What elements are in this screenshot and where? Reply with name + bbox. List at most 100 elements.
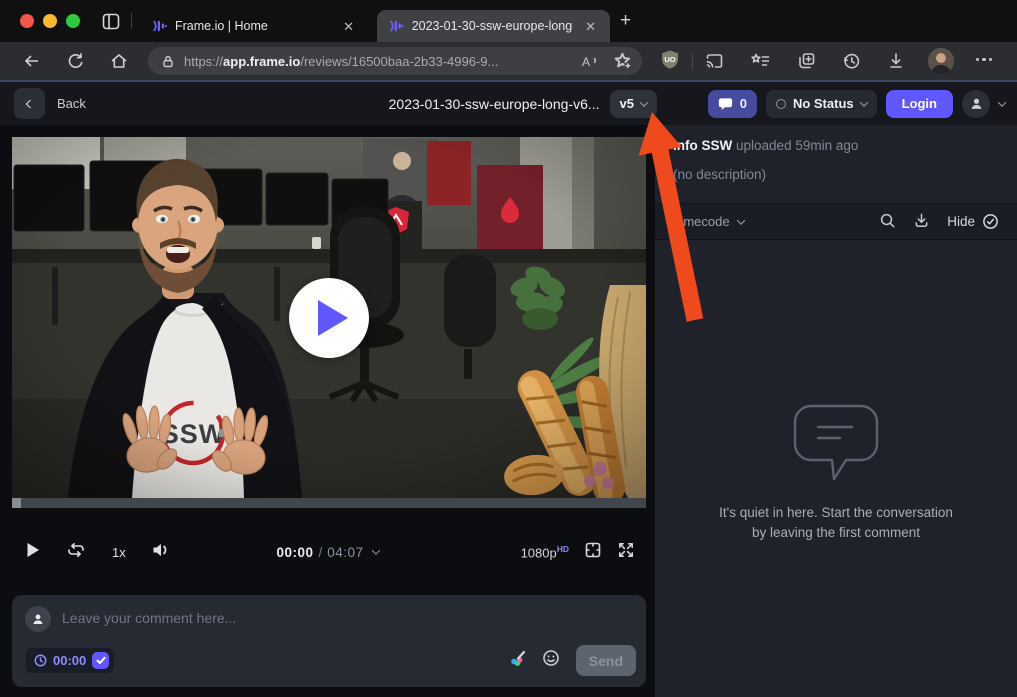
browser-toolbar: https://app.frame.io/reviews/16500baa-2b…: [0, 42, 1017, 80]
tab-close-icon[interactable]: ✕: [339, 18, 358, 35]
add-favorite-icon[interactable]: [614, 52, 632, 70]
account-chevron-icon[interactable]: [998, 98, 1006, 106]
home-icon[interactable]: [110, 52, 128, 75]
new-tab-button[interactable]: +: [620, 13, 631, 29]
svg-text:A: A: [582, 55, 590, 69]
duration: 04:07: [327, 545, 363, 560]
collections-icon[interactable]: [797, 52, 816, 75]
loop-icon[interactable]: [66, 542, 86, 563]
tab-title: 2023-01-30-ssw-europe-long-: [412, 19, 573, 33]
review-header: Back 2023-01-30-ssw-europe-long-v6... v5…: [0, 82, 1017, 125]
uploaded-time: uploaded 59min ago: [736, 138, 858, 153]
status-label: No Status: [793, 96, 854, 111]
lock-icon: [160, 53, 176, 70]
url-scheme: https://: [184, 54, 223, 69]
chevron-down-icon: [736, 216, 744, 224]
adblock-extension-icon[interactable]: UO: [659, 49, 681, 77]
comment-input[interactable]: [62, 605, 482, 631]
favorites-bar-icon[interactable]: [751, 52, 770, 75]
check-circle-icon: [982, 213, 999, 230]
play-button[interactable]: [289, 278, 369, 358]
comments-count-badge[interactable]: 0: [708, 90, 757, 118]
tab-review-active[interactable]: 2023-01-30-ssw-europe-long- ✕: [377, 10, 610, 42]
chevron-down-icon: [859, 98, 867, 106]
tab-strip: Frame.io | Home ✕ 2023-01-30-ssw-europe-…: [0, 0, 1017, 42]
guides-icon[interactable]: [584, 541, 602, 564]
clock-icon: [34, 654, 47, 667]
send-button[interactable]: Send: [576, 645, 636, 676]
timestamp-checkbox[interactable]: [92, 652, 109, 669]
minimize-window-button[interactable]: [43, 14, 57, 28]
status-circle-icon: [776, 99, 786, 109]
play-icon: [318, 300, 348, 336]
chevron-down-icon: [371, 546, 379, 554]
player-pane: SSW: [0, 125, 655, 697]
read-aloud-icon[interactable]: A: [581, 53, 600, 69]
comments-sidebar: Info SSW uploaded 59min ago (no descript…: [655, 125, 1017, 697]
emoji-icon[interactable]: [542, 649, 560, 672]
asset-title: 2023-01-30-ssw-europe-long-v6...: [389, 96, 600, 112]
back-label[interactable]: Back: [57, 96, 86, 111]
play-control-icon[interactable]: [26, 542, 40, 563]
download-comments-icon[interactable]: [913, 212, 930, 232]
profile-avatar[interactable]: [928, 48, 954, 74]
uploader-name: Info SSW: [673, 138, 732, 153]
playhead[interactable]: [12, 498, 21, 508]
back-icon[interactable]: [22, 52, 40, 75]
comments-empty-state: It's quiet in here. Start the conversati…: [655, 402, 1017, 544]
comments-toolbar: Timecode Hide: [655, 203, 1017, 240]
tab-divider: [131, 13, 132, 29]
user-menu-button[interactable]: [962, 90, 990, 118]
resolution-button[interactable]: 1080pHD: [521, 544, 569, 560]
back-button[interactable]: [14, 88, 45, 119]
close-window-button[interactable]: [20, 14, 34, 28]
maximize-window-button[interactable]: [66, 14, 80, 28]
composer-avatar: [25, 606, 51, 632]
hide-completed-toggle[interactable]: Hide: [947, 213, 999, 230]
status-dropdown[interactable]: No Status: [766, 90, 877, 118]
time-display[interactable]: 00:00 / 04:07: [276, 535, 378, 569]
timestamp-toggle[interactable]: 00:00: [26, 648, 114, 673]
person-icon: [969, 96, 984, 111]
comment-bubble-icon: [718, 97, 733, 111]
toolbar-divider: [692, 54, 693, 69]
empty-state-line1: It's quiet in here. Start the conversati…: [655, 503, 1017, 523]
refresh-icon[interactable]: [66, 52, 84, 75]
browser-window: Frame.io | Home ✕ 2023-01-30-ssw-europe-…: [0, 0, 1017, 697]
hd-badge: HD: [557, 544, 569, 554]
chevron-left-icon: [25, 99, 33, 107]
tab-frameio-home[interactable]: Frame.io | Home ✕: [140, 10, 368, 42]
frameio-favicon: [389, 19, 404, 33]
volume-icon[interactable]: [152, 542, 170, 563]
browser-sidebar-toggle-icon[interactable]: [102, 13, 120, 35]
current-time: 00:00: [276, 545, 313, 560]
window-controls: [20, 14, 80, 28]
login-button[interactable]: Login: [886, 90, 953, 118]
browser-menu-icon[interactable]: [976, 58, 992, 61]
sort-dropdown[interactable]: Timecode: [673, 214, 744, 229]
empty-state-line2: by leaving the first comment: [655, 523, 1017, 543]
downloads-icon[interactable]: [887, 52, 905, 75]
chevron-down-icon: [640, 98, 648, 106]
version-label: v5: [620, 96, 634, 111]
annotation-brush-icon[interactable]: [507, 650, 526, 672]
extension-badge-text: UO: [664, 55, 675, 64]
version-dropdown[interactable]: v5: [610, 90, 657, 118]
address-bar[interactable]: https://app.frame.io/reviews/16500baa-2b…: [148, 47, 642, 75]
url-host: app.frame.io: [223, 54, 300, 69]
search-comments-icon[interactable]: [879, 212, 896, 232]
asset-description: (no description): [673, 167, 999, 182]
timeline-scrubber[interactable]: [12, 498, 646, 508]
cast-icon[interactable]: [705, 52, 724, 75]
url-path: /reviews/16500baa-2b33-4996-9...: [300, 54, 498, 69]
frameio-app: Back 2023-01-30-ssw-europe-long-v6... v5…: [0, 80, 1017, 697]
timestamp-value: 00:00: [53, 653, 86, 668]
comment-count: 0: [740, 96, 747, 111]
comment-composer[interactable]: 00:00 Send: [12, 595, 646, 687]
fullscreen-icon[interactable]: [617, 541, 635, 564]
history-icon[interactable]: [842, 52, 861, 75]
person-icon: [31, 612, 45, 626]
player-controls: 1x 00:00 / 04:07 1080pHD: [0, 535, 655, 569]
playback-speed-button[interactable]: 1x: [112, 545, 126, 560]
tab-close-icon[interactable]: ✕: [581, 18, 600, 35]
